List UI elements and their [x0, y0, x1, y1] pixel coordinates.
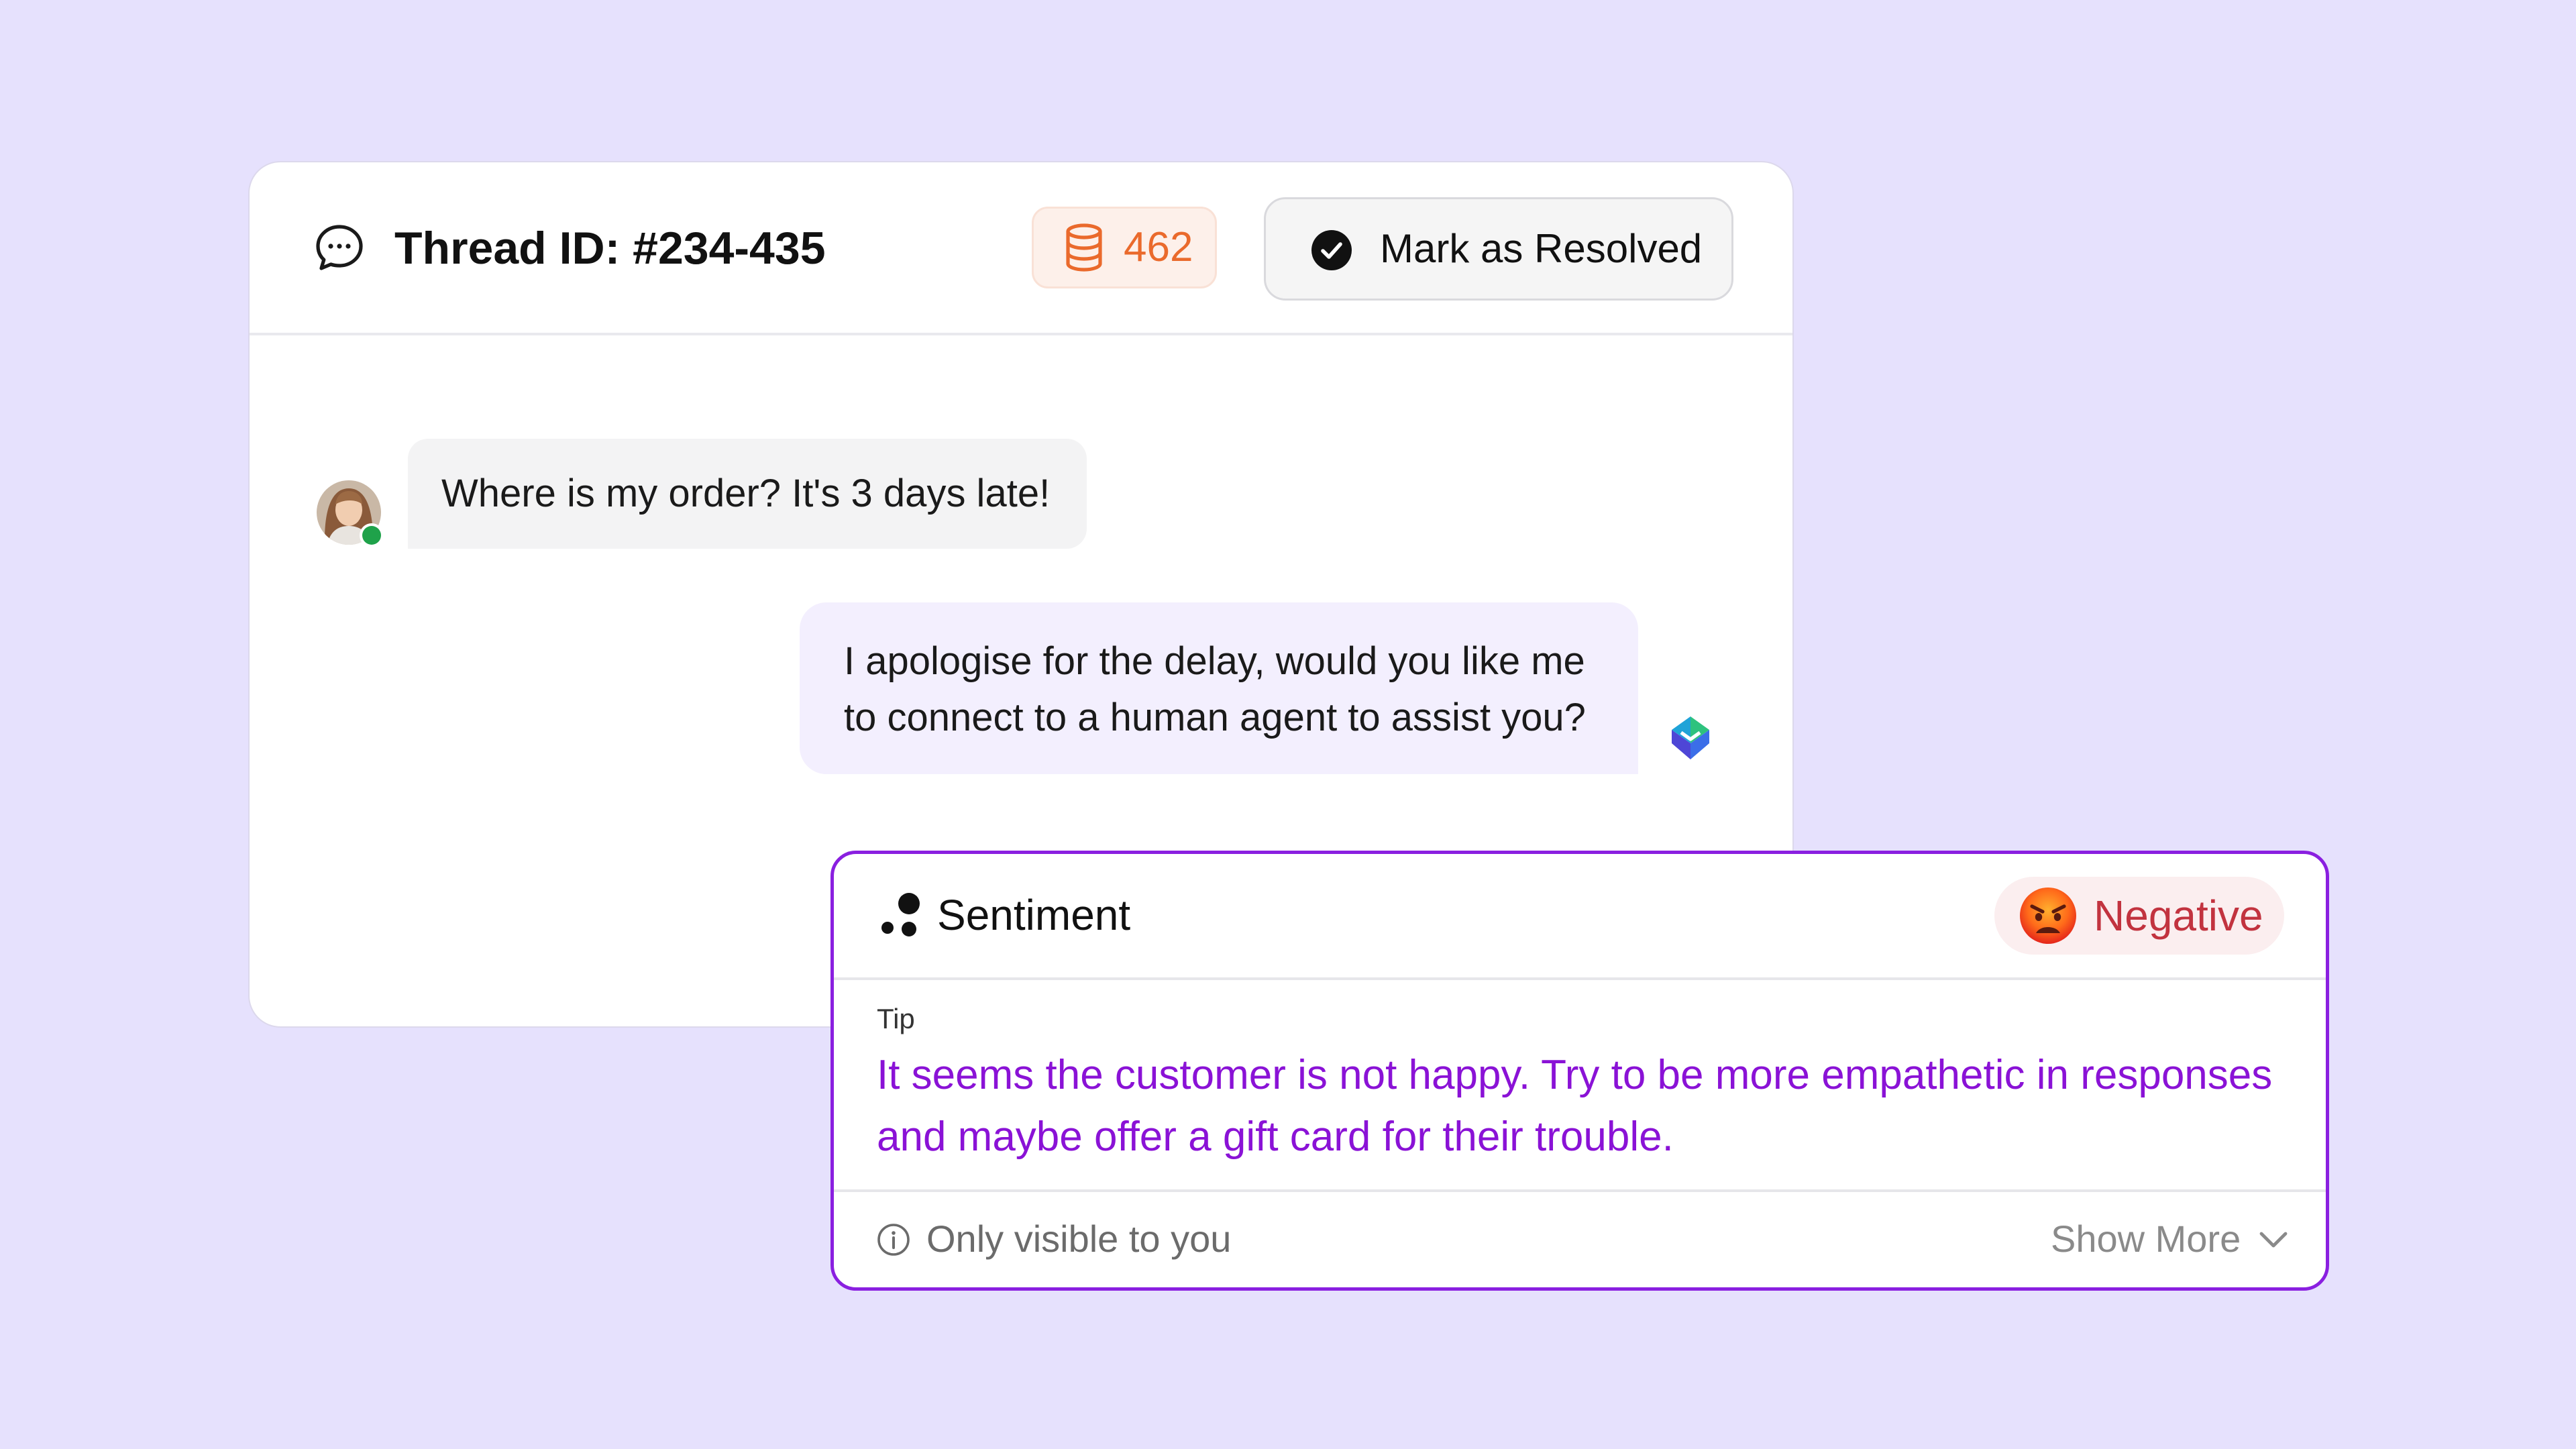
info-icon — [877, 1224, 910, 1256]
customer-message: Where is my order? It's 3 days late! — [408, 439, 1087, 549]
sentiment-badge: Negative — [1994, 877, 2284, 955]
tip-text: It seems the customer is not happy. Try … — [877, 1052, 2273, 1160]
coins-count: 462 — [1124, 224, 1193, 270]
coins-badge: 462 — [1032, 207, 1217, 288]
sentiment-title: Sentiment — [937, 891, 1131, 939]
show-more-button[interactable]: Show More — [2051, 1212, 2299, 1266]
sentiment-footer: Only visible to you Show More — [834, 1189, 2326, 1287]
sentiment-header: Sentiment Negative — [834, 854, 2326, 980]
visibility-note: Only visible to you — [926, 1218, 1232, 1260]
thread-title: Thread ID: #234-435 — [394, 223, 826, 274]
mark-as-resolved-button[interactable]: Mark as Resolved — [1264, 197, 1733, 301]
dots-icon — [881, 893, 920, 936]
agent-message: I apologise for the delay, would you lik… — [800, 602, 1638, 774]
chat-bubble-icon — [316, 225, 363, 270]
agent-message-text: I apologise for the delay, would you lik… — [844, 639, 1586, 739]
coins-stack-icon — [1066, 223, 1102, 272]
check-circle-icon — [1311, 230, 1352, 270]
sentiment-panel: Sentiment Negative Tip It seems the cust… — [830, 851, 2329, 1291]
mark-as-resolved-label: Mark as Resolved — [1380, 226, 1703, 271]
show-more-label: Show More — [2051, 1218, 2241, 1260]
sentiment-value: Negative — [2094, 892, 2263, 940]
online-status-dot — [362, 526, 381, 545]
chevron-down-icon — [2259, 1232, 2288, 1248]
angry-face-icon — [2020, 888, 2076, 944]
customer-avatar — [317, 480, 384, 547]
customer-message-text: Where is my order? It's 3 days late! — [441, 472, 1051, 515]
thread-header: Thread ID: #234-435 462 Mark as Resolved — [250, 162, 1792, 335]
tip-label: Tip — [877, 1003, 915, 1034]
bot-logo-icon — [1672, 716, 1709, 759]
